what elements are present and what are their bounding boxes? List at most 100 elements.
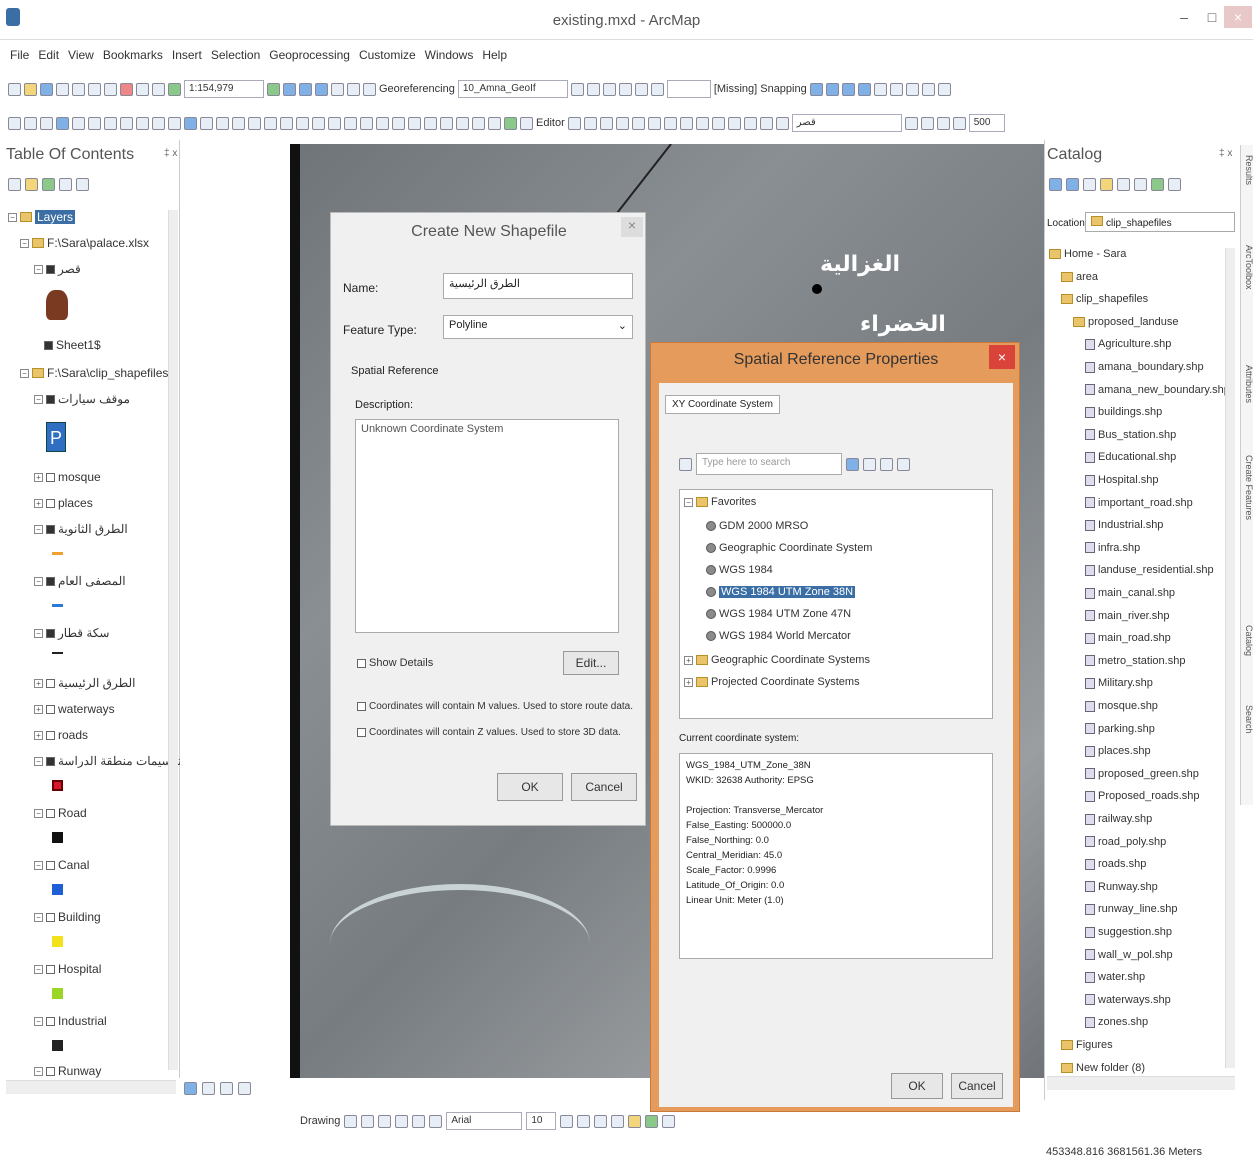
location-combo[interactable]: clip_shapefiles: [1085, 212, 1235, 232]
back-nav-icon[interactable]: [1049, 178, 1062, 191]
toc-parking-layer[interactable]: − موقف سيارات: [34, 392, 130, 406]
catalog-item[interactable]: landuse_residential.shp: [1085, 564, 1214, 576]
forward-nav-icon[interactable]: [1066, 178, 1079, 191]
underline-icon[interactable]: [594, 1114, 608, 1128]
layer-combo[interactable]: قصر: [791, 114, 902, 132]
layout-view-icon[interactable]: [202, 1082, 215, 1095]
back-icon[interactable]: [104, 116, 117, 130]
toc-close-icon[interactable]: ‡ x: [164, 148, 177, 159]
tree-wgs1984[interactable]: WGS 1984: [706, 564, 773, 576]
catalog-item[interactable]: main_river.shp: [1085, 610, 1170, 622]
tree-utm38n[interactable]: WGS 1984 UTM Zone 38N: [706, 586, 856, 598]
paste-icon[interactable]: [104, 82, 117, 96]
straight-segment-icon[interactable]: [599, 116, 613, 130]
list-by-source-icon[interactable]: [25, 178, 38, 191]
editor-toolbar-icon[interactable]: [267, 82, 280, 96]
split-icon[interactable]: [711, 116, 725, 130]
zoom-value-combo[interactable]: 500: [968, 114, 1005, 132]
show-details-checkbox[interactable]: Show Details: [357, 657, 433, 669]
catalog-item[interactable]: Figures: [1061, 1039, 1113, 1051]
menu-help[interactable]: Help: [482, 48, 507, 62]
html-popup-icon[interactable]: [216, 116, 229, 130]
catalog-close-icon[interactable]: ‡ x: [1219, 148, 1232, 159]
menu-customize[interactable]: Customize: [359, 48, 416, 62]
toc-places[interactable]: + places: [34, 496, 93, 510]
catalog-item[interactable]: proposed_landuse: [1073, 316, 1179, 328]
rotate-icon[interactable]: [570, 82, 584, 96]
toc-study-divisions[interactable]: − تقسيمات منطقة الدراسة: [34, 754, 182, 768]
fixed-zoom-out-icon[interactable]: [88, 116, 101, 130]
catalog-item[interactable]: Runway.shp: [1085, 881, 1158, 893]
rotate-draw-icon[interactable]: [361, 1114, 375, 1128]
catalog-item[interactable]: important_road.shp: [1085, 497, 1193, 509]
edit-annotation-icon[interactable]: [583, 116, 597, 130]
georef-layer-combo[interactable]: 10_Amna_GeoIf: [457, 80, 568, 98]
forward-icon[interactable]: [120, 116, 133, 130]
marker-color-icon[interactable]: [662, 1114, 676, 1128]
toc-road[interactable]: − Road: [34, 806, 87, 820]
filter-icon[interactable]: [679, 457, 692, 471]
toc-layers[interactable]: − Layers: [8, 210, 76, 224]
catalog-item[interactable]: suggestion.shp: [1085, 926, 1172, 938]
zoom-in-icon[interactable]: [8, 116, 21, 130]
favorite-icon[interactable]: [897, 457, 910, 471]
tool-f-icon[interactable]: [312, 116, 325, 130]
maximize-button[interactable]: □: [1198, 6, 1226, 28]
description-box[interactable]: Unknown Coordinate System: [355, 419, 619, 633]
catalog-options-icon[interactable]: [1168, 178, 1181, 191]
add-folder-icon[interactable]: [863, 457, 876, 471]
catalog-item[interactable]: railway.shp: [1085, 813, 1152, 825]
edit-vertices-icon[interactable]: [663, 116, 677, 130]
select-elements-draw-icon[interactable]: [344, 1114, 358, 1128]
name-field[interactable]: الطرق الرئيسية: [443, 273, 633, 299]
tool-s-icon[interactable]: [520, 116, 533, 130]
full-extent-icon[interactable]: [56, 116, 69, 130]
tool-o-icon[interactable]: [456, 116, 469, 130]
catalog-item[interactable]: waterways.shp: [1085, 994, 1171, 1006]
tree-gdm2000[interactable]: GDM 2000 MRSO: [706, 520, 808, 532]
data-view-icon[interactable]: [184, 1082, 197, 1095]
connect-folder-icon[interactable]: [1117, 178, 1130, 191]
line-color-icon[interactable]: [645, 1114, 659, 1128]
toc-palace-xlsx[interactable]: − F:\Sara\palace.xlsx: [20, 236, 149, 250]
tab-attributes[interactable]: Attributes: [1241, 365, 1253, 403]
refresh-catalog-icon[interactable]: [1151, 178, 1164, 191]
tool-m-icon[interactable]: [424, 116, 437, 130]
tool-e-icon[interactable]: [937, 82, 951, 96]
catalog-item[interactable]: wall_w_pol.shp: [1085, 949, 1173, 961]
end-snap-icon[interactable]: [825, 82, 839, 96]
create-ok-button[interactable]: OK: [497, 773, 563, 801]
z-values-checkbox[interactable]: Coordinates will contain Z values. Used …: [357, 727, 621, 738]
catalog-item[interactable]: places.shp: [1085, 745, 1151, 757]
pause-icon[interactable]: [238, 1082, 251, 1095]
delete-icon[interactable]: [120, 82, 133, 96]
search-icon[interactable]: [846, 457, 859, 471]
menu-insert[interactable]: Insert: [172, 48, 202, 62]
catalog-item[interactable]: amana_new_boundary.shp: [1085, 384, 1230, 396]
point-icon[interactable]: [647, 116, 661, 130]
catalog-item[interactable]: proposed_green.shp: [1085, 768, 1199, 780]
catalog-item[interactable]: area: [1061, 271, 1098, 283]
feature-type-select[interactable]: Polyline ⌄: [443, 315, 633, 339]
catalog-item[interactable]: main_road.shp: [1085, 632, 1171, 644]
measure-icon[interactable]: [232, 116, 245, 130]
tab-create-features[interactable]: Create Features: [1241, 455, 1253, 520]
italic-icon[interactable]: [577, 1114, 591, 1128]
print-icon[interactable]: [56, 82, 69, 96]
refresh-icon[interactable]: [220, 1082, 233, 1095]
vertex-snap-icon[interactable]: [841, 82, 855, 96]
catalog-item[interactable]: New folder (8): [1061, 1062, 1145, 1074]
m-values-checkbox[interactable]: Coordinates will contain M values. Used …: [357, 701, 633, 712]
fill-color-icon[interactable]: [628, 1114, 642, 1128]
link-table-icon[interactable]: [634, 82, 648, 96]
open-icon[interactable]: [24, 82, 37, 96]
tool-u-icon[interactable]: [920, 116, 934, 130]
viewer-icon[interactable]: [650, 82, 664, 96]
blank-combo[interactable]: [666, 80, 711, 98]
tool-l-icon[interactable]: [408, 116, 421, 130]
reshape-icon[interactable]: [679, 116, 693, 130]
menu-windows[interactable]: Windows: [425, 48, 474, 62]
catalog-item[interactable]: road_poly.shp: [1085, 836, 1166, 848]
tab-xy-coordinate-system[interactable]: XY Coordinate System: [665, 395, 780, 414]
catalog-item[interactable]: clip_shapefiles: [1061, 293, 1148, 305]
